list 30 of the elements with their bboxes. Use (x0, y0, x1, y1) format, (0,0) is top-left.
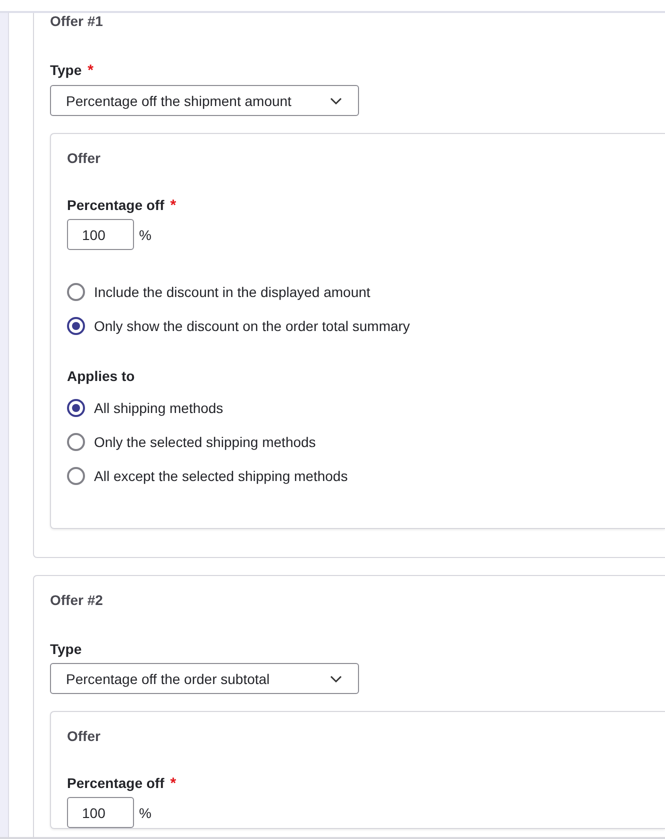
chevron-down-icon (330, 96, 342, 104)
radio-label[interactable]: Only the selected shipping methods (94, 432, 316, 452)
type-select[interactable]: Percentage off the shipment amount (50, 85, 359, 116)
radio-button[interactable] (67, 317, 85, 335)
radio-button[interactable] (67, 433, 85, 451)
radio-label[interactable]: All except the selected shipping methods (94, 466, 348, 486)
required-marker: * (170, 775, 176, 792)
field-label: Percentage off (67, 775, 164, 791)
radio-label[interactable]: Include the discount in the displayed amount (94, 282, 370, 302)
offer-title: Offer #1 (50, 13, 103, 29)
unit-label: % (139, 804, 152, 820)
field-label: Percentage off (67, 197, 164, 213)
offer-title: Offer #2 (50, 592, 103, 608)
radio-label[interactable]: Only show the discount on the order total summary (94, 316, 410, 336)
unit-label: % (139, 226, 152, 242)
radio-button[interactable] (67, 399, 85, 417)
radio-label[interactable]: All shipping methods (94, 398, 224, 418)
field-label: Applies to (67, 368, 135, 384)
type-select[interactable]: Percentage off the order subtotal (50, 663, 359, 694)
chevron-down-icon (330, 674, 342, 682)
radio-button[interactable] (67, 283, 85, 301)
required-marker: * (88, 62, 94, 79)
panel-title: Offer (67, 150, 100, 166)
radio-button[interactable] (67, 467, 85, 485)
percentage-input[interactable]: 100 (67, 219, 134, 250)
field-label: Type (50, 62, 82, 78)
percentage-input[interactable]: 100 (67, 797, 134, 828)
field-label: Type (50, 641, 82, 657)
required-marker: * (170, 197, 176, 214)
panel-title: Offer (67, 728, 100, 744)
